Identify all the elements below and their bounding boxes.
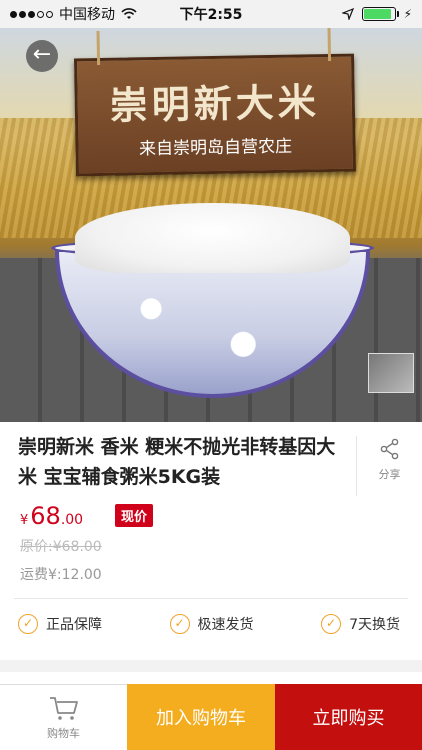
cart-tab-button[interactable]: 购物车 bbox=[0, 684, 127, 750]
sign-title: 崇明新大米 bbox=[109, 79, 321, 128]
sign-subtitle: 来自崇明岛自营农庄 bbox=[138, 136, 293, 160]
shopping-cart-icon bbox=[49, 696, 78, 720]
location-arrow-icon bbox=[341, 8, 354, 20]
share-icon bbox=[380, 438, 398, 460]
guarantee-item: ✓ 正品保障 bbox=[18, 610, 102, 638]
current-price: ¥ 68 .00 bbox=[20, 502, 83, 530]
battery-icon bbox=[361, 7, 399, 21]
product-hero-image[interactable]: 崇明新大米 来自崇明岛自营农庄 bbox=[0, 28, 422, 422]
divider bbox=[14, 598, 408, 599]
check-circle-icon: ✓ bbox=[169, 614, 190, 634]
share-button[interactable]: 分享 bbox=[356, 436, 422, 496]
guarantee-label: 正品保障 bbox=[46, 617, 102, 633]
guarantee-item: ✓ 7天换货 bbox=[321, 610, 400, 638]
status-time: 下午2:55 bbox=[179, 7, 243, 23]
check-circle-icon: ✓ bbox=[18, 614, 38, 634]
guarantee-label: 7天换货 bbox=[349, 617, 400, 633]
price-integer: 68 bbox=[30, 502, 61, 530]
guarantee-list: ✓ 正品保障 ✓ 极速发货 ✓ 7天换货 bbox=[0, 610, 422, 638]
wifi-icon bbox=[121, 8, 137, 19]
shipping-fee: 运费¥:12.00 bbox=[20, 567, 102, 583]
check-circle-icon: ✓ bbox=[321, 614, 342, 634]
carrier-name: 中国移动 bbox=[59, 7, 115, 23]
share-label: 分享 bbox=[378, 468, 401, 481]
back-arrow-icon: ← bbox=[32, 42, 52, 67]
currency-symbol: ¥ bbox=[20, 513, 29, 528]
price-decimal: .00 bbox=[60, 512, 84, 528]
cart-label: 购物车 bbox=[47, 726, 80, 740]
original-price: 原价:¥68.00 bbox=[20, 539, 102, 555]
product-info-card: 崇明新米 香米 粳米不抛光非转基因大米 宝宝辅食粥米5KG装 分享 ¥ 68 .… bbox=[0, 422, 422, 660]
guarantee-label: 极速发货 bbox=[197, 617, 254, 633]
bottom-action-bar: 购物车 加入购物车 立即购买 bbox=[0, 684, 422, 750]
rice-bowl-image bbox=[51, 203, 374, 403]
wooden-sign: 崇明新大米 来自崇明岛自营农庄 bbox=[73, 28, 357, 177]
status-bar: 中国移动 下午2:55 ⚡ bbox=[0, 0, 422, 28]
gallery-thumbnail[interactable] bbox=[368, 353, 414, 393]
back-button[interactable]: ← bbox=[26, 40, 58, 72]
buy-now-button[interactable]: 立即购买 bbox=[275, 684, 422, 750]
charging-icon: ⚡ bbox=[403, 7, 412, 21]
current-price-badge: 现价 bbox=[115, 504, 154, 527]
signal-dots-icon bbox=[10, 10, 53, 18]
guarantee-item: ✓ 极速发货 bbox=[169, 610, 254, 638]
product-title: 崇明新米 香米 粳米不抛光非转基因大米 宝宝辅食粥米5KG装 bbox=[18, 436, 336, 488]
add-to-cart-button[interactable]: 加入购物车 bbox=[127, 684, 275, 750]
